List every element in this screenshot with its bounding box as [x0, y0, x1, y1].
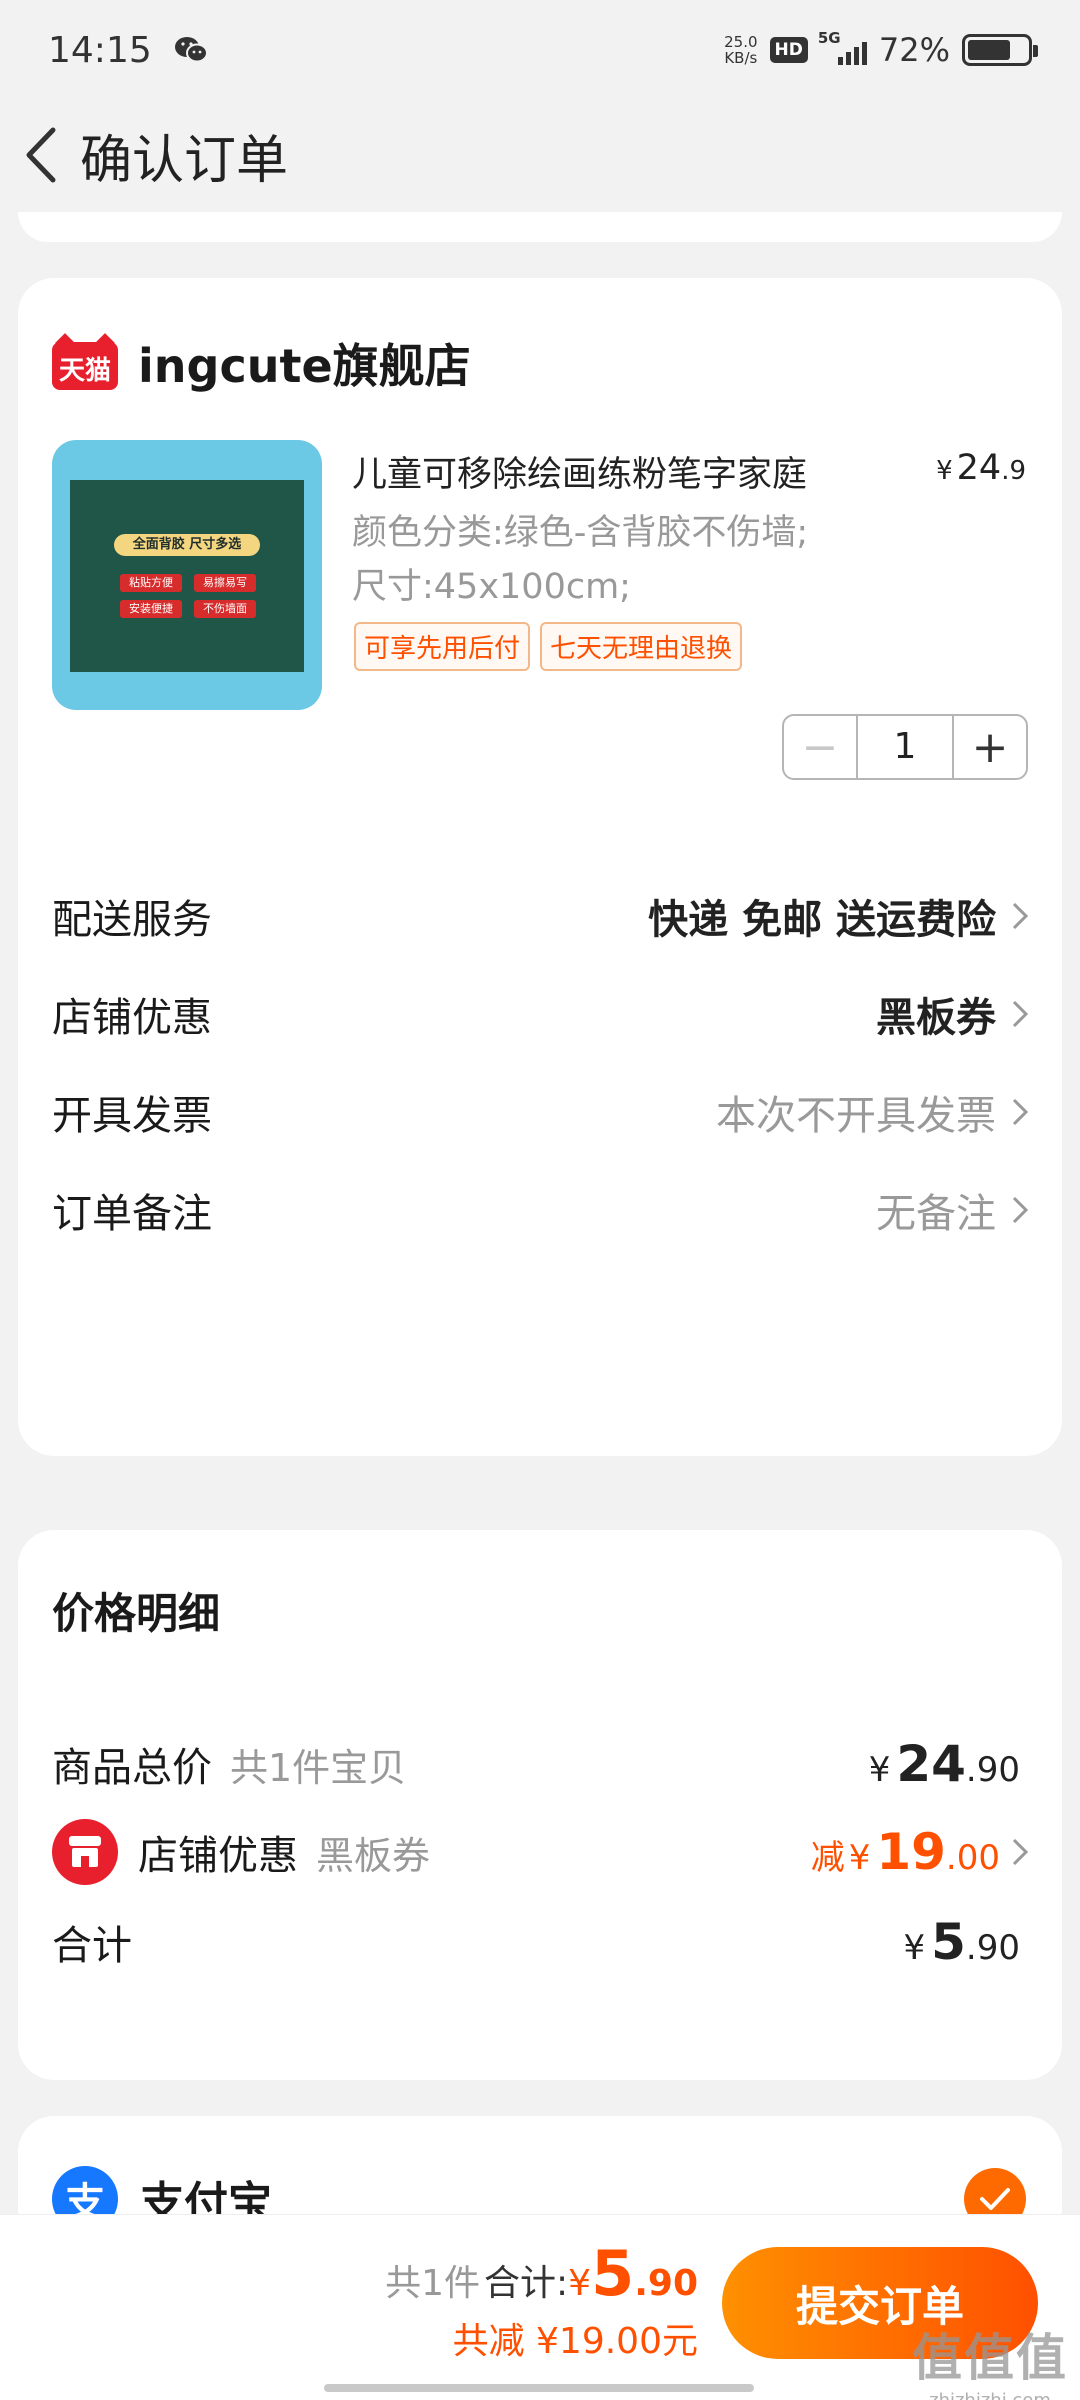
- store-header[interactable]: 天猫 ingcute旗舰店: [52, 330, 471, 396]
- product-image[interactable]: 全面背胶 尺寸多选 粘贴方便 易擦易写 安装便捷 不伤墙面: [52, 440, 322, 710]
- delivery-value: 快递 免邮 送运费险: [648, 897, 996, 943]
- discount-coupon: 黑板券: [316, 1833, 431, 1878]
- total-int: 5: [591, 2237, 635, 2310]
- signal-icon: 5G: [818, 29, 867, 65]
- subtotal-count: 共1件宝贝: [230, 1745, 407, 1790]
- product-tags: 可享先用后付 七天无理由退换: [354, 622, 743, 671]
- status-time: 14:15: [48, 29, 152, 71]
- shop-icon: [52, 1819, 118, 1885]
- invoice-label: 开具发票: [52, 1093, 212, 1139]
- price-detail-title: 价格明细: [52, 1589, 221, 1638]
- chevron-right-icon: [1012, 902, 1029, 930]
- wechat-icon: [174, 37, 208, 63]
- battery-icon: [962, 34, 1038, 66]
- address-card-edge: [18, 212, 1062, 242]
- saved-amount: 共减 ¥19.00元: [452, 2321, 698, 2362]
- spec-size: 尺寸:45x100cm;: [352, 567, 631, 607]
- product-price: ¥24.9: [936, 448, 1026, 488]
- chevron-right-icon: [1012, 1000, 1029, 1028]
- order-note-value: 无备注: [876, 1191, 996, 1237]
- store-discount-row[interactable]: 店铺优惠 黑板券: [52, 974, 1032, 1054]
- chevron-right-icon: [1012, 1838, 1029, 1866]
- home-indicator[interactable]: [324, 2384, 754, 2392]
- net-speed: 25.0 KB/s: [724, 33, 758, 67]
- product-spec[interactable]: 颜色分类:绿色-含背胶不伤墙; 尺寸:45x100cm;: [352, 506, 808, 614]
- store-discount-value: 黑板券: [876, 995, 996, 1041]
- tmall-logo-icon: 天猫: [52, 333, 118, 390]
- store-name: ingcute旗舰店: [138, 339, 471, 393]
- store-discount-label: 店铺优惠: [52, 995, 212, 1041]
- order-note-row[interactable]: 订单备注 无备注: [52, 1170, 1032, 1250]
- chevron-right-icon: [1012, 1098, 1029, 1126]
- product-title[interactable]: 儿童可移除绘画练粉笔字家庭: [352, 446, 912, 497]
- subtotal-amount: ¥24.90: [868, 1735, 1020, 1793]
- total-label: 合计:: [484, 2263, 569, 2304]
- battery-percent: 72%: [878, 31, 950, 69]
- total-label: 合计: [52, 1923, 132, 1969]
- price-detail-card: 价格明细 商品总价 共1件宝贝 ¥24.90 店铺优惠 黑板券 减 ¥19.00 …: [18, 1530, 1062, 2080]
- quantity-stepper[interactable]: − 1 +: [782, 714, 1028, 780]
- quantity-value[interactable]: 1: [858, 716, 952, 778]
- total-amount: ¥5.90: [903, 1913, 1020, 1971]
- increase-button[interactable]: +: [952, 716, 1026, 778]
- discount-label: 店铺优惠: [138, 1833, 298, 1879]
- chevron-right-icon: [1012, 1196, 1029, 1224]
- discount-row[interactable]: 店铺优惠 黑板券 减 ¥19.00: [52, 1812, 1032, 1892]
- decrease-button[interactable]: −: [784, 716, 858, 778]
- delivery-label: 配送服务: [52, 897, 212, 943]
- back-button[interactable]: [14, 120, 66, 190]
- subtotal-row: 商品总价 共1件宝贝 ¥24.90: [52, 1724, 1032, 1804]
- spec-color: 颜色分类:绿色-含背胶不伤墙;: [352, 513, 809, 553]
- chevron-left-icon: [26, 127, 56, 183]
- hd-badge: HD: [769, 37, 808, 63]
- delivery-row[interactable]: 配送服务 快递 免邮 送运费险: [52, 876, 1032, 956]
- total-row: 合计 ¥5.90: [52, 1902, 1032, 1982]
- order-summary: 共1件 合计:¥5.90 共减 ¥19.00元: [385, 2237, 698, 2362]
- tag-pay-later: 可享先用后付: [354, 622, 531, 671]
- subtotal-label: 商品总价: [52, 1745, 212, 1791]
- status-bar: 14:15 25.0 KB/s HD 5G 72%: [0, 0, 1080, 100]
- invoice-row[interactable]: 开具发票 本次不开具发票: [52, 1072, 1032, 1152]
- order-note-label: 订单备注: [52, 1191, 212, 1237]
- nav-bar: 确认订单: [0, 100, 1080, 210]
- blackboard-image: 全面背胶 尺寸多选 粘贴方便 易擦易写 安装便捷 不伤墙面: [70, 480, 304, 672]
- item-count: 共1件: [385, 2263, 481, 2304]
- discount-amount: 减 ¥19.00: [810, 1823, 1000, 1881]
- page-title: 确认订单: [80, 130, 289, 191]
- tag-seven-day-return: 七天无理由退换: [540, 622, 743, 671]
- invoice-value: 本次不开具发票: [716, 1093, 996, 1139]
- watermark: 值值值 zhizhizhi.com: [912, 2329, 1068, 2400]
- store-card: 天猫 ingcute旗舰店 全面背胶 尺寸多选 粘贴方便 易擦易写 安装便捷 不…: [18, 278, 1062, 1456]
